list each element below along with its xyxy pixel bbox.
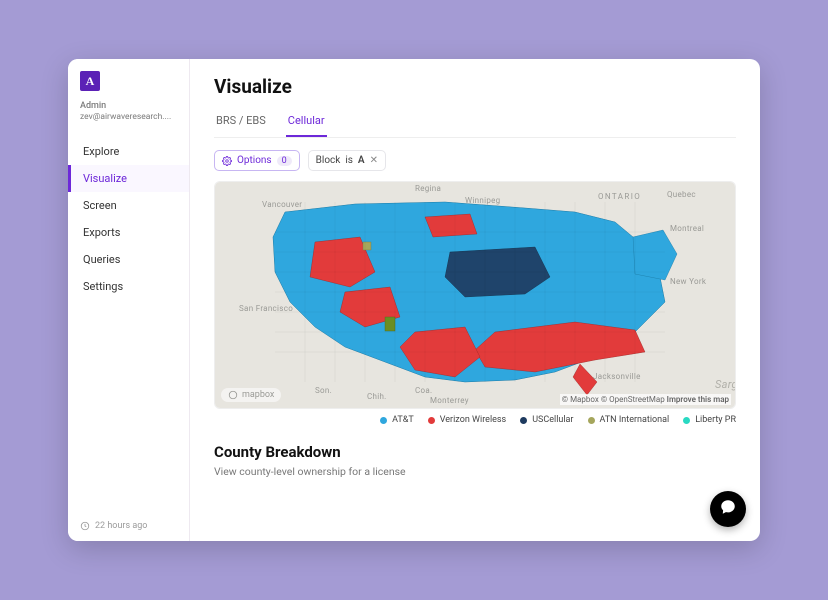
legend-item-verizon: Verizon Wireless xyxy=(428,415,506,425)
map-label-quebec: Quebec xyxy=(667,190,696,199)
dot-usc xyxy=(520,417,527,424)
map-label-jacksonville: Jacksonville xyxy=(593,372,641,381)
mapbox-badge: mapbox xyxy=(221,388,281,402)
options-count: 0 xyxy=(277,156,292,166)
dot-verizon xyxy=(428,417,435,424)
sidebar-item-screen[interactable]: Screen xyxy=(68,192,189,219)
tab-brs-ebs[interactable]: BRS / EBS xyxy=(214,108,268,137)
user-email: zev@airwaveresearch.... xyxy=(80,112,180,122)
legend-item-atn: ATN International xyxy=(588,415,670,425)
map-attribution: © Mapbox © OpenStreetMap Improve this ma… xyxy=(560,394,731,405)
user-info[interactable]: Admin zev@airwaveresearch.... xyxy=(80,101,189,122)
section-title-county: County Breakdown xyxy=(214,443,736,461)
map-label-newyork: New York xyxy=(670,277,706,286)
map-label-ontario: ONTARIO xyxy=(598,192,641,201)
legend-item-liberty: Liberty PR xyxy=(683,415,736,425)
map-label-monterrey: Monterrey xyxy=(430,396,469,405)
sidebar-item-exports[interactable]: Exports xyxy=(68,219,189,246)
map-label-regina: Regina xyxy=(415,184,441,193)
gear-icon xyxy=(222,156,232,166)
map-label-montreal: Montreal xyxy=(670,224,704,233)
map-label-coa: Coa. xyxy=(415,386,432,395)
map-label-son: Son. xyxy=(315,386,332,395)
sidebar: A Admin zev@airwaveresearch.... Explore … xyxy=(68,59,190,541)
dot-atn xyxy=(588,417,595,424)
filter-op: is xyxy=(345,155,353,166)
chat-button[interactable] xyxy=(710,491,746,527)
sidebar-footer: 22 hours ago xyxy=(80,521,147,531)
map-label-winnipeg: Winnipeg xyxy=(465,196,500,205)
sidebar-item-explore[interactable]: Explore xyxy=(68,138,189,165)
filter-chip-block[interactable]: Block is A ✕ xyxy=(308,150,386,171)
sidebar-item-visualize[interactable]: Visualize xyxy=(68,165,189,192)
legend-item-att: AT&T xyxy=(380,415,414,425)
filter-value: A xyxy=(358,155,365,166)
options-label: Options xyxy=(237,155,272,166)
filter-bar: Options 0 Block is A ✕ xyxy=(214,150,736,171)
map-labels: Vancouver Regina Winnipeg ONTARIO Quebec… xyxy=(215,182,735,408)
legend-item-uscellular: USCellular xyxy=(520,415,573,425)
section-subtitle-county: View county-level ownership for a licens… xyxy=(214,465,736,478)
attrib-improve[interactable]: Improve this map xyxy=(667,395,729,404)
close-icon[interactable]: ✕ xyxy=(370,155,378,166)
dot-liberty xyxy=(683,417,690,424)
app-logo: A xyxy=(80,71,100,91)
attrib-osm[interactable]: © OpenStreetMap xyxy=(601,395,665,404)
tab-cellular[interactable]: Cellular xyxy=(286,108,327,137)
main-content: Visualize BRS / EBS Cellular Options 0 B… xyxy=(190,59,760,541)
legend: AT&T Verizon Wireless USCellular ATN Int… xyxy=(214,415,736,425)
sidebar-item-queries[interactable]: Queries xyxy=(68,246,189,273)
map-label-sarg: Sarg xyxy=(715,378,736,391)
clock-icon xyxy=(80,521,90,531)
dot-att xyxy=(380,417,387,424)
page-title: Visualize xyxy=(214,75,736,98)
app-window: A Admin zev@airwaveresearch.... Explore … xyxy=(68,59,760,541)
sidebar-nav: Explore Visualize Screen Exports Queries… xyxy=(68,138,189,300)
attrib-mapbox[interactable]: © Mapbox xyxy=(562,395,599,404)
map-label-vancouver: Vancouver xyxy=(262,200,302,209)
options-button[interactable]: Options 0 xyxy=(214,150,300,171)
coverage-map[interactable]: Vancouver Regina Winnipeg ONTARIO Quebec… xyxy=(214,181,736,409)
filter-field: Block xyxy=(316,155,341,166)
user-role: Admin xyxy=(80,101,189,112)
last-updated: 22 hours ago xyxy=(95,521,147,531)
map-label-chih: Chih. xyxy=(367,392,387,401)
sidebar-item-settings[interactable]: Settings xyxy=(68,273,189,300)
map-label-sanfran: San Francisco xyxy=(239,304,293,313)
chat-icon xyxy=(719,498,737,520)
tabs: BRS / EBS Cellular xyxy=(214,108,736,138)
